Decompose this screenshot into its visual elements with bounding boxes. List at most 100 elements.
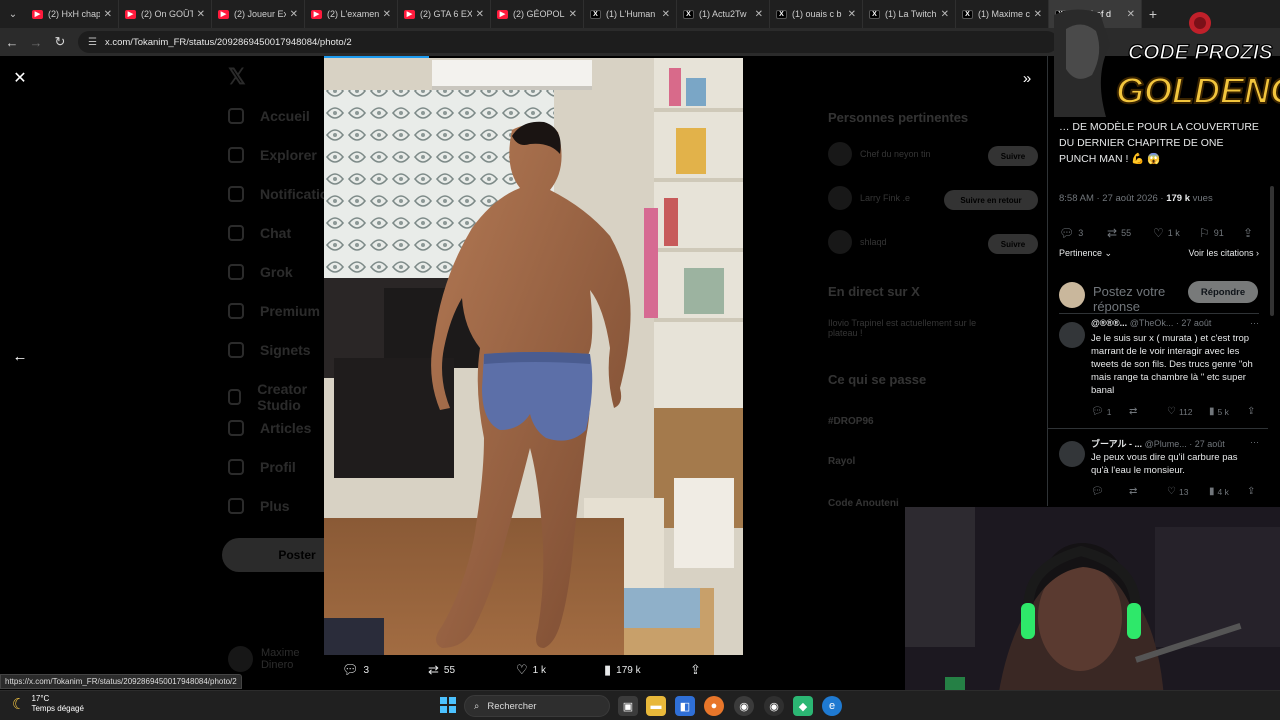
- nav-item-label: Signets: [260, 342, 311, 358]
- nav-item-icon: [228, 264, 244, 280]
- share-action[interactable]: ⇪: [690, 662, 701, 678]
- views-action[interactable]: ▮ 179 k: [604, 662, 641, 678]
- tab-title: (1) ouais c b: [792, 9, 842, 19]
- tab-close-icon[interactable]: ✕: [104, 9, 112, 20]
- tab-search-icon[interactable]: ⌄: [0, 0, 26, 28]
- like-action[interactable]: ♡ 1 k: [1153, 226, 1180, 240]
- views-action[interactable]: ▮ 4 k: [1209, 486, 1229, 497]
- reply-action[interactable]: 💬︎ 1: [1091, 406, 1111, 417]
- collapse-panel-icon[interactable]: »: [1016, 68, 1038, 88]
- reply-input[interactable]: Postez votre réponse: [1093, 284, 1183, 314]
- browser-tab[interactable]: ▶ (2) GÉOPOLI ✕: [491, 0, 584, 28]
- back-icon[interactable]: ←: [0, 28, 24, 56]
- view-quotes-link[interactable]: Voir les citations ›: [1188, 248, 1259, 259]
- url-input[interactable]: ☰ x.com/Tokanim_FR/status/20928694500179…: [78, 31, 1058, 53]
- browser-tab[interactable]: ▶ (2) L'examen ✕: [305, 0, 398, 28]
- browser-tab[interactable]: ▶ (2) Joueur Ex ✕: [212, 0, 305, 28]
- repost-action[interactable]: ⇄ 55: [428, 662, 455, 678]
- chrome-icon[interactable]: ◉: [734, 696, 754, 716]
- reply-action[interactable]: 💬︎ 3: [1059, 226, 1083, 240]
- share-action[interactable]: ⇪: [1247, 406, 1255, 417]
- weather-widget[interactable]: ☾ 17°C Temps dégagé: [12, 694, 84, 714]
- repost-action[interactable]: ⇄ 55: [1107, 226, 1131, 240]
- like-action[interactable]: ♡ 13: [1167, 486, 1188, 497]
- task-view-icon[interactable]: ▣: [618, 696, 638, 716]
- sponsor-logo-graphic: CODE PROZIS GOLDENG: [1054, 9, 1280, 118]
- reload-icon[interactable]: ↻: [48, 28, 72, 56]
- store-icon[interactable]: ◧: [675, 696, 695, 716]
- share-action[interactable]: ⇪: [1247, 486, 1255, 497]
- firefox-icon[interactable]: ●: [704, 696, 724, 716]
- browser-tab[interactable]: ▶ (2) GTA 6 EX ✕: [398, 0, 491, 28]
- edge-icon[interactable]: e: [822, 696, 842, 716]
- reply-action[interactable]: 💬︎: [1091, 486, 1107, 497]
- person-row: shlaqd: [828, 230, 887, 254]
- youtube-icon: ▶: [404, 9, 415, 19]
- profile-chip: Maxime Dinero: [228, 646, 332, 672]
- tab-close-icon[interactable]: ✕: [197, 9, 205, 20]
- repost-icon: ⇄: [1129, 406, 1138, 417]
- tab-close-icon[interactable]: ✕: [941, 9, 949, 20]
- sort-dropdown[interactable]: Pertinence ⌄: [1059, 248, 1112, 259]
- tab-close-icon[interactable]: ✕: [569, 9, 577, 20]
- repost-action[interactable]: ⇄: [1129, 486, 1140, 497]
- tab-close-icon[interactable]: ✕: [476, 9, 484, 20]
- site-info-icon[interactable]: ☰: [88, 37, 97, 48]
- tab-close-icon[interactable]: ✕: [1034, 9, 1042, 20]
- avatar: [828, 186, 852, 210]
- like-action[interactable]: ♡ 1 k: [516, 662, 546, 678]
- comment[interactable]: ブーアル - ... @Plume... · 27 août ··· Je pe…: [1059, 437, 1259, 507]
- browser-tab[interactable]: ▶ (2) HxH chap ✕: [26, 0, 119, 28]
- nav-item: Accueil: [228, 108, 310, 124]
- browser-tab[interactable]: ▶ (2) On GOÛT ✕: [119, 0, 212, 28]
- nav-item: Grok: [228, 264, 293, 280]
- tab-close-icon[interactable]: ✕: [755, 9, 763, 20]
- comment-handle: @Plume...: [1144, 439, 1187, 449]
- avatar[interactable]: [1059, 441, 1085, 467]
- follow-button: Suivre: [988, 146, 1038, 166]
- nav-item-label: Articles: [260, 420, 312, 436]
- previous-photo-icon[interactable]: ←: [10, 346, 30, 366]
- browser-tab[interactable]: X (1) Actu2Tw ✕: [677, 0, 770, 28]
- tab-close-icon[interactable]: ✕: [848, 9, 856, 20]
- comment-author[interactable]: ブーアル - ...: [1091, 439, 1142, 449]
- chrome-alt-icon[interactable]: ◉: [764, 696, 784, 716]
- more-options-icon[interactable]: ···: [1250, 318, 1259, 328]
- like-action[interactable]: ♡ 112: [1167, 406, 1193, 417]
- panel-scrollbar[interactable]: [1270, 186, 1274, 316]
- tab-title: (2) HxH chap: [48, 9, 100, 19]
- comment[interactable]: @®®®... @TheOk... · 27 août ··· Je le su…: [1048, 318, 1268, 438]
- divider: [1048, 428, 1268, 429]
- views-action[interactable]: ▮ 5 k: [1209, 406, 1229, 417]
- browser-tab[interactable]: X (1) L'Human ✕: [584, 0, 677, 28]
- avatar[interactable]: [1059, 322, 1085, 348]
- app-icon[interactable]: ◆: [793, 696, 813, 716]
- views-count: 179 k: [616, 664, 641, 676]
- comment-header: ブーアル - ... @Plume... · 27 août: [1091, 437, 1257, 450]
- browser-tab[interactable]: X (1) Maxime c ✕: [956, 0, 1049, 28]
- file-explorer-icon[interactable]: ▬: [646, 696, 666, 716]
- browser-tab[interactable]: X (1) ouais c b ✕: [770, 0, 863, 28]
- tab-title: (1) L'Human: [606, 9, 656, 19]
- bookmark-action[interactable]: ⚐ 91: [1199, 226, 1224, 240]
- tab-close-icon[interactable]: ✕: [290, 9, 298, 20]
- taskbar-search[interactable]: ⌕ Rechercher: [464, 695, 610, 717]
- repost-action[interactable]: ⇄: [1129, 406, 1140, 417]
- close-icon[interactable]: ✕: [10, 68, 30, 88]
- forward-icon[interactable]: →: [24, 28, 48, 56]
- windows-start-icon[interactable]: [440, 697, 456, 713]
- temperature: 17°C: [31, 694, 50, 703]
- reply-button[interactable]: Répondre: [1188, 281, 1258, 303]
- browser-tab[interactable]: X (1) La Twitch ✕: [863, 0, 956, 28]
- more-options-icon[interactable]: ···: [1250, 437, 1259, 447]
- link-status-bar: https://x.com/Tokanim_FR/status/20928694…: [0, 674, 242, 689]
- comment-action-bar: 💬︎ ⇄ ♡ 13 ▮ 4 k ⇪: [1091, 486, 1259, 498]
- reply-action[interactable]: 💬︎ 3: [342, 662, 369, 678]
- bookmark-icon: ⚐: [1199, 226, 1210, 240]
- avatar: [228, 646, 253, 672]
- share-action[interactable]: ⇪: [1243, 226, 1253, 240]
- live-item: Ilovio Trapinel est actuellement sur le …: [828, 318, 978, 338]
- tab-close-icon[interactable]: ✕: [383, 9, 391, 20]
- comment-author[interactable]: @®®®...: [1091, 318, 1127, 328]
- tab-close-icon[interactable]: ✕: [662, 9, 670, 20]
